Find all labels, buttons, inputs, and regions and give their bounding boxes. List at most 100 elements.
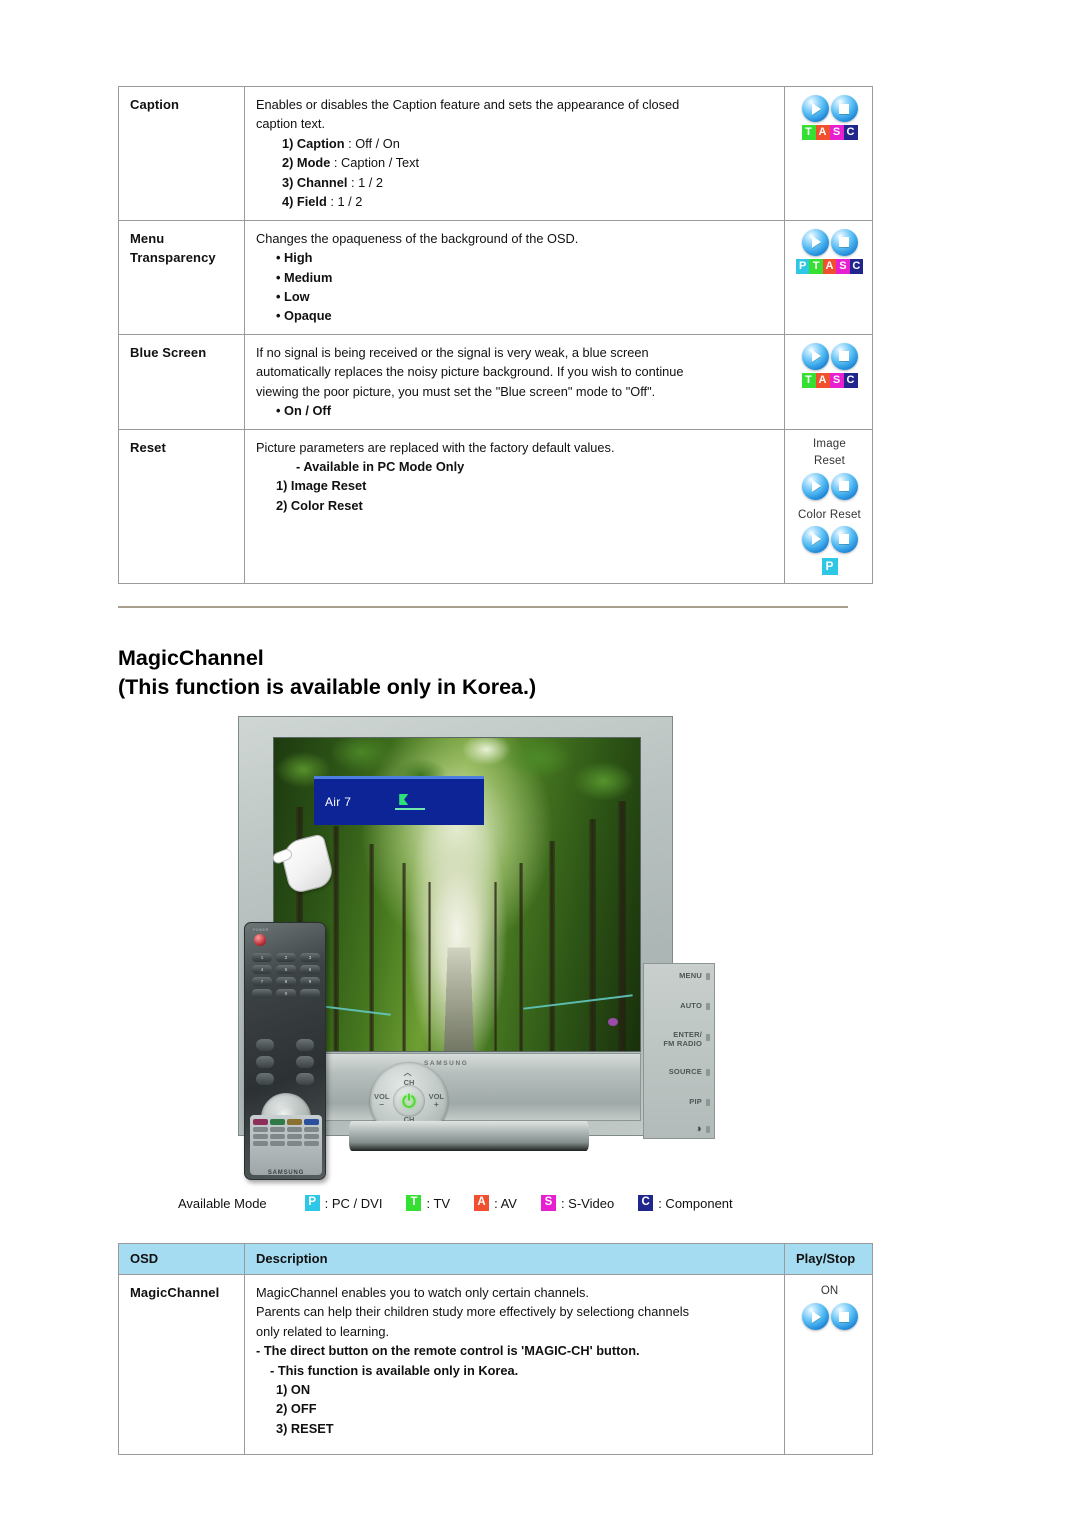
desc-line: only related to learning. [256, 1323, 390, 1339]
remote-color-key-red[interactable] [253, 1119, 268, 1125]
mode-badges: T A S C [796, 372, 863, 388]
remote-round-key[interactable] [296, 1039, 314, 1051]
stop-icon [830, 472, 858, 500]
mode-badge-pc: P [795, 258, 810, 274]
brightness-icon[interactable]: ◑ [695, 1123, 702, 1136]
mode-badge-pc: P [304, 1195, 320, 1211]
remote-round-key[interactable] [256, 1039, 274, 1051]
side-button-dot[interactable] [706, 1034, 710, 1041]
side-button-auto[interactable]: AUTO [680, 1001, 702, 1010]
side-button-dot[interactable] [706, 1069, 710, 1076]
table-row: Blue Screen If no signal is being receiv… [118, 333, 873, 430]
remote-key[interactable]: 0 [276, 989, 296, 998]
desc-line: automatically replaces the noisy picture… [256, 364, 684, 380]
remote-power-button[interactable] [254, 934, 266, 946]
side-button-source[interactable]: SOURCE [669, 1067, 702, 1076]
option-item: 3) RESET [276, 1420, 334, 1436]
remote-gray-key[interactable] [270, 1127, 285, 1132]
monitor-stand [349, 1121, 589, 1151]
stop-icon [830, 342, 858, 370]
play-icon [801, 1303, 829, 1331]
mode-badge-av: A [822, 258, 837, 274]
option-item: 1) ON [276, 1381, 311, 1397]
mode-badge-av: A [474, 1195, 490, 1211]
side-button-dot[interactable] [706, 1099, 710, 1106]
remote-key[interactable] [300, 989, 320, 998]
side-button-pip[interactable]: PIP [689, 1097, 702, 1106]
remote-gray-key[interactable] [253, 1127, 268, 1132]
remote-round-key[interactable] [296, 1073, 314, 1085]
remote-gray-key[interactable] [304, 1134, 319, 1139]
mode-badge-tv: T [406, 1195, 422, 1211]
mode-badge-svideo: S [836, 258, 850, 274]
photo-trunk [369, 844, 375, 1051]
side-button-dot[interactable] [706, 973, 710, 980]
playstop-icon-cell: ON [784, 1273, 873, 1455]
available-mode-text: : S-Video [560, 1195, 615, 1211]
remote-gray-key[interactable] [287, 1141, 302, 1146]
remote-gray-key[interactable] [304, 1127, 319, 1132]
dpad-volume-up[interactable]: VOL + [429, 1092, 444, 1109]
osd-name-caption: Caption [130, 97, 180, 112]
available-mode-legend: Available Mode P : PC / DVI T : TV A : A… [178, 1195, 757, 1211]
remote-gray-key[interactable] [270, 1134, 285, 1139]
side-button-menu[interactable]: MENU [679, 971, 702, 980]
remote-round-key[interactable] [256, 1073, 274, 1085]
remote-gray-row [253, 1134, 319, 1139]
remote-gray-key[interactable] [287, 1134, 302, 1139]
remote-key[interactable]: 6 [300, 965, 320, 974]
remote-key[interactable]: 2 [276, 953, 296, 962]
play-icon [801, 342, 829, 370]
option-item: 1) Image Reset [276, 478, 367, 494]
desc-line: Parents can help their children study mo… [256, 1304, 689, 1320]
remote-key[interactable]: 1 [252, 953, 272, 962]
desc-line: If no signal is being received or the si… [256, 344, 649, 360]
remote-key[interactable] [252, 989, 272, 998]
monitor-screen: Air 7 [273, 737, 641, 1052]
remote-color-key-green[interactable] [270, 1119, 285, 1125]
remote-key[interactable]: 7 [252, 977, 272, 986]
available-mode-text: : AV [494, 1195, 517, 1211]
remote-gray-key[interactable] [270, 1141, 285, 1146]
remote-color-buttons: SAMSUNG [250, 1115, 322, 1176]
side-button-dot[interactable] [706, 1003, 710, 1010]
osd-channel-label: Air 7 [325, 795, 352, 809]
mode-badge-pc: P [821, 557, 838, 575]
remote-key[interactable]: 3 [300, 953, 320, 962]
photo-trunk [519, 863, 524, 1051]
photo-trunk [548, 841, 555, 1051]
dpad-volume-down[interactable]: VOL – [374, 1092, 389, 1109]
remote-color-key-yellow[interactable] [287, 1119, 302, 1125]
monitor-illustration: Air 7 JBL DIGITAL SAMSUNG ︿CH [238, 716, 718, 1184]
power-button[interactable]: ⏻ [393, 1085, 425, 1117]
remote-key[interactable]: 8 [276, 977, 296, 986]
dpad-channel-up[interactable]: ︿ CH [404, 1067, 415, 1087]
remote-gray-key[interactable] [253, 1134, 268, 1139]
remote-key[interactable]: 4 [252, 965, 272, 974]
stop-icon [830, 95, 858, 122]
option-item: 3) Channel : 1 / 2 [256, 173, 775, 192]
available-mode-text: : PC / DVI [324, 1195, 383, 1211]
remote-round-key[interactable] [256, 1056, 274, 1068]
play-stop-icon-group [796, 228, 863, 256]
remote-color-key-blue[interactable] [304, 1119, 319, 1125]
remote-gray-key[interactable] [304, 1141, 319, 1146]
remote-round-key[interactable] [296, 1056, 314, 1068]
remote-key[interactable]: 5 [276, 965, 296, 974]
remote-gray-key[interactable] [253, 1141, 268, 1146]
remote-gray-row [253, 1127, 319, 1132]
osd-name-cell: MagicChannel [118, 1273, 245, 1455]
document-page: Caption Enables or disables the Caption … [0, 0, 1080, 1527]
available-mode-item-component: C : Component [638, 1195, 733, 1211]
osd-signal-icon [395, 794, 429, 810]
side-button-dot[interactable] [706, 1126, 710, 1133]
note-line: - Available in PC Mode Only [296, 459, 465, 474]
option-item: 4) Field : 1 / 2 [256, 192, 775, 211]
option-item: 1) Caption : Off / On [256, 134, 775, 153]
image-reset-icon-group [796, 472, 863, 500]
option-label: 4) Field [282, 194, 327, 210]
remote-key[interactable]: 9 [300, 977, 320, 986]
side-button-enter-fm-radio[interactable]: ENTER/ FM RADIO [663, 1030, 702, 1048]
remote-gray-key[interactable] [287, 1127, 302, 1132]
osd-name-cell: Blue Screen [118, 333, 245, 430]
